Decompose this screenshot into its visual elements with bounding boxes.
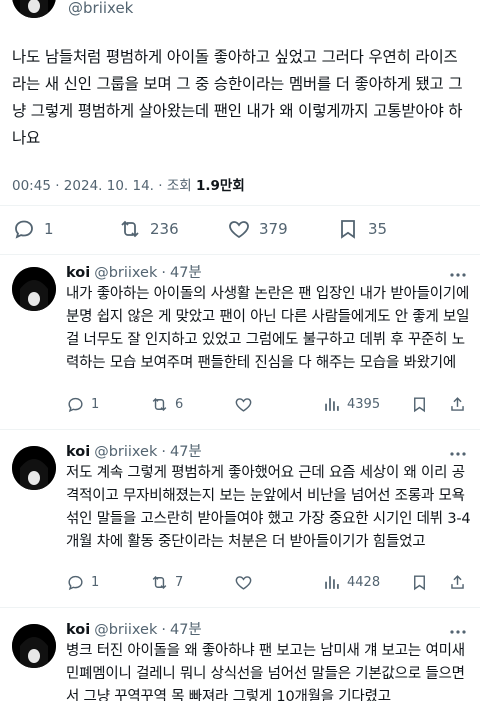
reply-actions: 1 7 4428	[66, 573, 472, 595]
like-count: 379	[259, 220, 288, 238]
meta-separator: ·	[161, 444, 166, 460]
reply-text: 병크 터진 아이돌을 왜 좋아하냐 팬 보고는 남미새 걔 보고는 여미새 민폐…	[66, 643, 465, 701]
heart-icon	[235, 398, 252, 412]
reply-text: 저도 계속 그렇게 평범하게 좋아했어요 근데 요즘 세상이 왜 이리 공격적이…	[66, 465, 471, 550]
meta-separator: ·	[161, 622, 166, 638]
reply-header: koi @briixek · 47분	[66, 263, 202, 283]
views-bar-chart-icon	[325, 576, 339, 589]
reply-header: koi @briixek · 47분	[66, 620, 202, 640]
meta-separator: ·	[158, 178, 167, 194]
bookmark-button[interactable]	[410, 573, 429, 592]
divider	[0, 607, 480, 608]
share-icon	[451, 397, 464, 411]
post-time: 00:45	[12, 178, 51, 194]
views-button[interactable]: 4428	[322, 573, 380, 592]
bookmark-button[interactable]	[410, 395, 429, 414]
like-button[interactable]: 379	[227, 217, 288, 241]
divider	[0, 254, 480, 255]
avatar-image	[12, 624, 56, 668]
reply-button[interactable]: 1	[12, 217, 54, 241]
views-label: 조회	[166, 178, 192, 194]
views-count: 1.9만회	[196, 178, 245, 194]
bookmark-icon	[341, 220, 355, 239]
divider	[0, 205, 480, 206]
main-post-text: 나도 남들처럼 평범하게 아이돌 좋아하고 싶었고 그러다 우연히 라이즈라는 …	[12, 48, 463, 147]
views-count: 4395	[347, 397, 381, 412]
reply-time[interactable]: 47분	[170, 622, 202, 638]
reply-author-name[interactable]: koi	[66, 444, 90, 460]
ellipsis-icon[interactable]	[448, 265, 468, 285]
avatar[interactable]	[12, 267, 56, 311]
main-post-actions: 1 236 379 35	[0, 212, 480, 246]
bookmark-icon	[414, 575, 425, 591]
repost-arrows-icon	[121, 220, 139, 238]
share-icon	[451, 575, 464, 589]
views-count: 4428	[347, 575, 381, 590]
repost-count: 7	[175, 575, 184, 590]
post-meta: 00:45 · 2024. 10. 14. · 조회 1.9만회	[12, 176, 245, 196]
share-button[interactable]	[448, 395, 467, 414]
reply-button[interactable]: 1	[66, 573, 99, 592]
reply-actions: 1 6 4395	[66, 395, 472, 417]
avatar-image	[12, 0, 56, 18]
reply-author-name[interactable]: koi	[66, 265, 90, 281]
reply-count: 1	[91, 575, 100, 590]
repost-button[interactable]: 236	[118, 217, 179, 241]
meta-separator: ·	[55, 178, 64, 194]
reply-button[interactable]: 1	[66, 395, 99, 414]
post-date[interactable]: 2024. 10. 14.	[64, 178, 154, 194]
heart-icon	[229, 221, 249, 239]
meta-separator: ·	[161, 265, 166, 281]
repost-arrows-icon	[152, 575, 167, 590]
divider	[0, 429, 480, 430]
main-post-header: @briixek	[0, 0, 480, 22]
like-button[interactable]	[234, 573, 259, 592]
main-post-handle[interactable]: @briixek	[68, 0, 133, 16]
reply-count: 1	[91, 397, 100, 412]
reply-header: koi @briixek · 47분	[66, 442, 202, 462]
reply-text: 내가 좋아하는 아이돌의 사생활 논란은 팬 입장인 내가 받아들이기에 분명 …	[66, 286, 470, 371]
reply-author-handle[interactable]: @briixek	[94, 265, 157, 281]
avatar[interactable]	[12, 624, 56, 668]
reply-author-name[interactable]: koi	[66, 622, 90, 638]
bookmark-button[interactable]: 35	[336, 217, 387, 241]
avatar[interactable]	[12, 0, 56, 18]
reply-time[interactable]: 47분	[170, 444, 202, 460]
ellipsis-icon[interactable]	[448, 622, 468, 642]
repost-count: 236	[150, 220, 179, 238]
reply-time[interactable]: 47분	[170, 265, 202, 281]
repost-arrows-icon	[152, 397, 167, 412]
speech-bubble-icon	[68, 397, 83, 413]
bookmark-count: 35	[368, 220, 388, 238]
avatar[interactable]	[12, 446, 56, 490]
share-button[interactable]	[448, 573, 467, 592]
repost-count: 6	[175, 397, 184, 412]
heart-icon	[235, 576, 252, 590]
speech-bubble-icon	[68, 575, 83, 591]
repost-button[interactable]: 7	[150, 573, 183, 592]
speech-bubble-icon	[15, 220, 33, 239]
like-button[interactable]	[234, 395, 259, 414]
reply-count: 1	[44, 220, 54, 238]
avatar-image	[12, 446, 56, 490]
repost-button[interactable]: 6	[150, 395, 183, 414]
reply-author-handle[interactable]: @briixek	[94, 444, 157, 460]
ellipsis-icon[interactable]	[448, 444, 468, 464]
reply-author-handle[interactable]: @briixek	[94, 622, 157, 638]
bookmark-icon	[414, 397, 425, 413]
views-button[interactable]: 4395	[322, 395, 380, 414]
views-bar-chart-icon	[325, 398, 339, 411]
avatar-image	[12, 267, 56, 311]
